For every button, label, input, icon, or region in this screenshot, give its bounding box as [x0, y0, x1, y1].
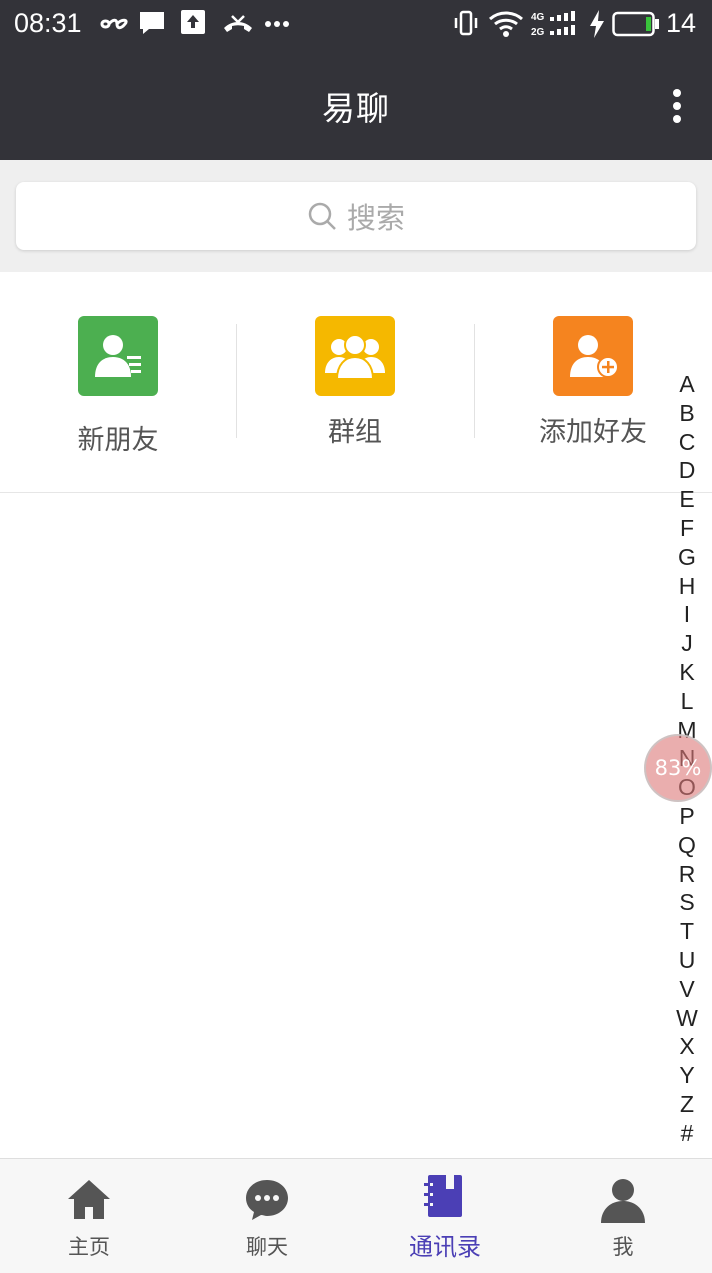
wifi-icon [489, 11, 523, 37]
nav-label-me: 我 [612, 1235, 634, 1259]
new-friend-button[interactable]: 新朋友 [18, 316, 218, 457]
nav-item-contacts[interactable]: 通讯录 [356, 1173, 534, 1262]
index-letter[interactable]: T [680, 917, 694, 946]
infinity-icon [100, 18, 128, 30]
index-letter[interactable]: # [681, 1119, 694, 1148]
index-letter[interactable]: U [679, 946, 696, 975]
index-letter[interactable]: V [679, 975, 694, 1004]
divider [474, 324, 475, 438]
svg-text:2G: 2G [531, 27, 545, 38]
group-label: 群组 [328, 417, 382, 448]
page-title: 易聊 [322, 89, 390, 128]
index-letter[interactable]: A [679, 370, 694, 399]
svg-text:4G: 4G [531, 12, 545, 23]
index-letter[interactable]: E [679, 485, 694, 514]
bottom-navigation: 主页 聊天 通讯录 我 [0, 1158, 712, 1273]
nav-item-home[interactable]: 主页 [0, 1177, 178, 1261]
index-letter[interactable]: P [679, 802, 694, 831]
add-friend-button[interactable]: 添加好友 [493, 316, 693, 449]
index-letter[interactable]: G [678, 543, 696, 572]
floating-memory-badge[interactable]: 83% [644, 734, 712, 802]
profile-icon [601, 1179, 645, 1223]
status-bar: 08:31 4G 2G 14 [0, 0, 712, 50]
new-friend-icon [78, 316, 158, 396]
index-letter[interactable]: I [684, 600, 690, 629]
signal-icon: 4G 2G [531, 11, 575, 38]
group-icon [315, 316, 395, 396]
search-input[interactable]: 搜索 [16, 182, 696, 250]
index-letter[interactable]: Z [680, 1090, 694, 1119]
message-icon [140, 12, 164, 34]
index-letter[interactable]: L [681, 687, 694, 716]
vibrate-icon [454, 10, 478, 36]
index-letter[interactable]: S [679, 888, 694, 917]
more-dots-icon [265, 21, 289, 27]
search-placeholder: 搜索 [346, 201, 405, 235]
nav-label-contacts: 通讯录 [409, 1233, 481, 1261]
index-letter[interactable]: H [679, 572, 696, 601]
battery-icon [612, 11, 659, 37]
new-friend-label: 新朋友 [77, 425, 159, 456]
contact-shortcuts: 新朋友 群组 添加好友 [0, 272, 712, 493]
contacts-icon [424, 1175, 462, 1217]
index-letter[interactable]: Y [679, 1061, 694, 1090]
nav-label-chat: 聊天 [246, 1235, 288, 1259]
index-letter[interactable]: B [679, 399, 694, 428]
index-letter[interactable]: C [679, 428, 696, 457]
home-icon [68, 1180, 110, 1219]
charging-icon [590, 10, 604, 38]
search-icon [308, 202, 336, 230]
group-button[interactable]: 群组 [255, 316, 455, 449]
index-letter[interactable]: W [676, 1004, 698, 1033]
battery-percent: 14 [665, 8, 696, 38]
add-friend-icon [553, 316, 633, 396]
index-letter[interactable]: J [681, 629, 693, 658]
index-letter[interactable]: X [679, 1032, 694, 1061]
index-letter[interactable]: R [679, 860, 696, 889]
add-friend-label: 添加好友 [539, 417, 647, 448]
app-bar: 易聊 [0, 50, 712, 160]
status-time: 08:31 [14, 8, 82, 38]
nav-label-home: 主页 [68, 1235, 110, 1259]
search-area: 搜索 [0, 160, 712, 272]
index-letter[interactable]: Q [678, 831, 696, 860]
index-letter[interactable]: D [679, 456, 696, 485]
divider [236, 324, 237, 438]
missed-call-icon [224, 15, 252, 32]
nav-item-chat[interactable]: 聊天 [178, 1177, 356, 1261]
nav-item-me[interactable]: 我 [534, 1177, 712, 1261]
chat-icon [246, 1180, 288, 1220]
index-letter[interactable]: F [680, 514, 694, 543]
overflow-menu-icon[interactable] [672, 88, 682, 124]
upload-icon [181, 10, 205, 34]
index-letter[interactable]: K [679, 658, 694, 687]
